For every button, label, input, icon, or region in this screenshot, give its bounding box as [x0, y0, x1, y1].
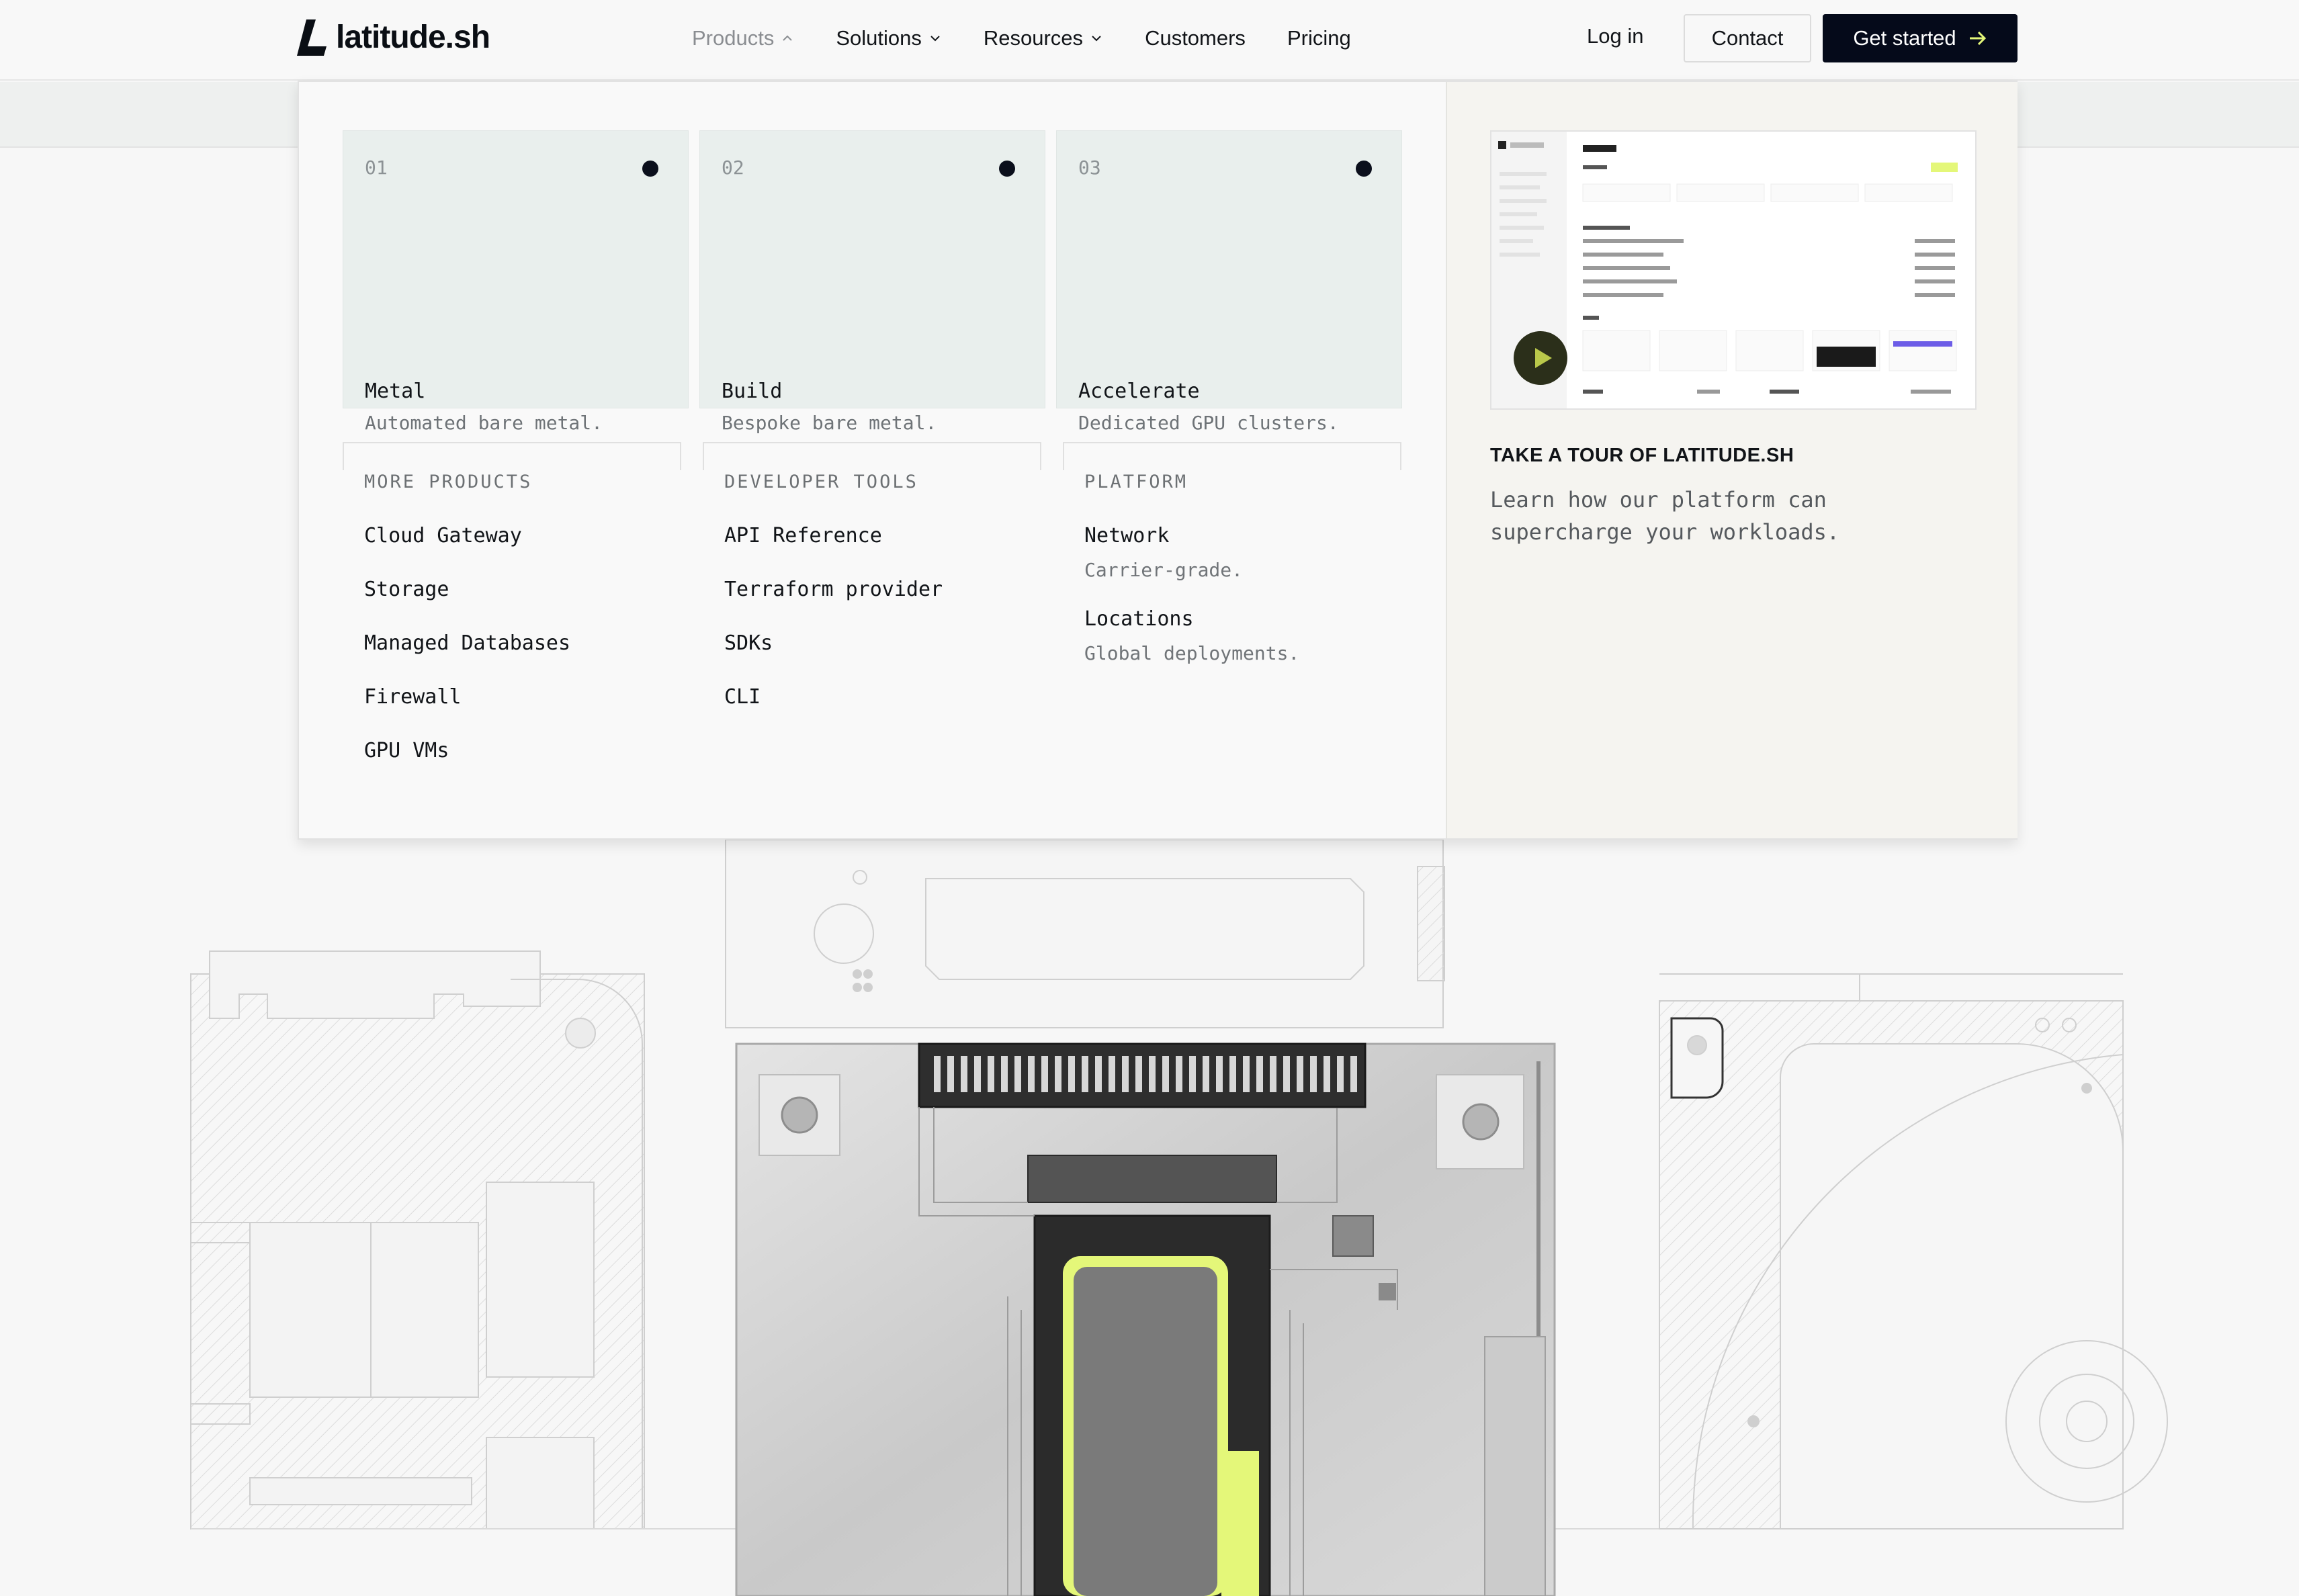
login-link[interactable]: Log in — [1587, 24, 1643, 48]
link-cloud-gateway[interactable]: Cloud Gateway — [364, 524, 522, 547]
link-firewall[interactable]: Firewall — [364, 685, 462, 709]
tour-title[interactable]: TAKE A TOUR OF LATITUDE.SH — [1490, 445, 1794, 467]
get-started-label: Get started — [1853, 26, 1956, 50]
card-number: 01 — [365, 157, 388, 179]
card-description: Automated bare metal. — [365, 412, 603, 434]
tour-panel: TAKE A TOUR OF LATITUDE.SH Learn how our… — [1446, 82, 2018, 838]
product-card-metal[interactable]: 01 Metal Automated bare metal. — [343, 130, 689, 434]
contact-button[interactable]: Contact — [1684, 14, 1811, 62]
card-title: Accelerate — [1078, 380, 1200, 403]
chevron-up-icon — [783, 35, 793, 41]
arrow-right-icon — [1969, 31, 1986, 46]
more-products-heading: MORE PRODUCTS — [364, 472, 533, 492]
card-number: 03 — [1078, 157, 1101, 179]
link-storage[interactable]: Storage — [364, 578, 449, 601]
card-description: Dedicated GPU clusters. — [1078, 412, 1339, 434]
nav-pricing[interactable]: Pricing — [1287, 26, 1351, 50]
network-description: Carrier-grade. — [1084, 559, 1244, 581]
locations-description: Global deployments. — [1084, 642, 1300, 664]
nav-pricing-label: Pricing — [1287, 26, 1351, 50]
card-title: Metal — [365, 380, 426, 403]
products-menu-main: 01 Metal Automated bare metal. 02 Build … — [299, 82, 1446, 838]
nav-resources-label: Resources — [983, 26, 1084, 50]
contact-button-label: Contact — [1711, 26, 1784, 50]
dot-icon — [1356, 161, 1372, 177]
developer-tools-heading: DEVELOPER TOOLS — [724, 472, 918, 492]
logo-link[interactable]: latitude.sh — [297, 19, 490, 56]
main-nav: Products Solutions Resources Customers P… — [692, 0, 1393, 77]
nav-resources[interactable]: Resources — [984, 26, 1103, 50]
get-started-button[interactable]: Get started — [1823, 14, 2018, 62]
hardware-illustration — [190, 840, 2168, 1596]
link-gpu-vms[interactable]: GPU VMs — [364, 739, 449, 762]
nav-products[interactable]: Products — [692, 26, 794, 50]
link-cli[interactable]: CLI — [724, 685, 761, 709]
nav-solutions-label: Solutions — [836, 26, 922, 50]
products-mega-menu: 01 Metal Automated bare metal. 02 Build … — [298, 81, 2018, 840]
nav-products-label: Products — [692, 26, 775, 50]
product-card-accelerate[interactable]: 03 Accelerate Dedicated GPU clusters. — [1056, 130, 1402, 434]
link-terraform-provider[interactable]: Terraform provider — [724, 578, 943, 601]
latitude-logo-icon — [297, 19, 327, 56]
link-locations[interactable]: Locations — [1084, 607, 1194, 631]
nav-customers[interactable]: Customers — [1145, 26, 1246, 50]
product-card-build[interactable]: 02 Build Bespoke bare metal. — [699, 130, 1045, 434]
tour-description: Learn how our platform can supercharge y… — [1490, 487, 1840, 545]
brand-name: latitude.sh — [336, 19, 490, 55]
dot-icon — [999, 161, 1015, 177]
link-api-reference[interactable]: API Reference — [724, 524, 882, 547]
dashboard-preview-video[interactable] — [1490, 130, 1977, 410]
link-sdks[interactable]: SDKs — [724, 631, 773, 655]
more-products-frame — [343, 442, 681, 470]
link-network[interactable]: Network — [1084, 524, 1169, 547]
chevron-down-icon — [930, 36, 940, 42]
card-number: 02 — [722, 157, 744, 179]
chevron-down-icon — [1092, 36, 1101, 42]
play-icon[interactable] — [1513, 330, 1568, 386]
link-managed-databases[interactable]: Managed Databases — [364, 631, 570, 655]
nav-solutions[interactable]: Solutions — [836, 26, 942, 50]
card-description: Bespoke bare metal. — [722, 412, 937, 434]
card-title: Build — [722, 380, 783, 403]
dot-icon — [642, 161, 658, 177]
nav-customers-label: Customers — [1145, 26, 1246, 50]
developer-tools-frame — [703, 442, 1041, 470]
site-header: latitude.sh Products Solutions Resources… — [0, 0, 2299, 81]
platform-heading: PLATFORM — [1084, 472, 1188, 492]
platform-frame — [1063, 442, 1401, 470]
